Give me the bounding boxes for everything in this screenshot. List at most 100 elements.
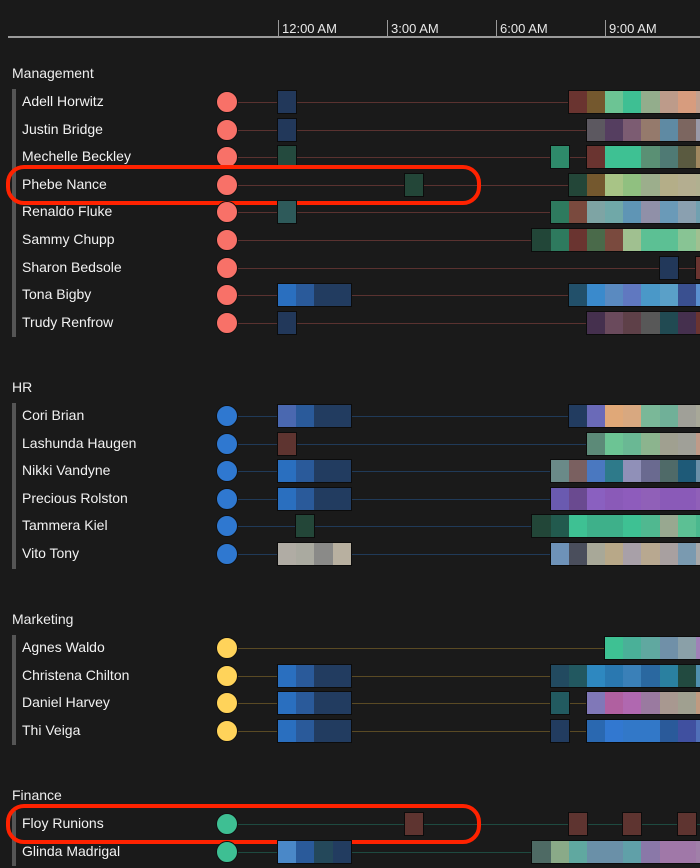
activity-cell[interactable]: [623, 840, 643, 863]
person-name[interactable]: Trudy Renfrow: [22, 314, 113, 330]
activity-cell[interactable]: [296, 460, 316, 483]
person-name[interactable]: Sammy Chupp: [22, 231, 115, 247]
activity-cell[interactable]: [659, 173, 679, 196]
activity-cell[interactable]: [605, 692, 625, 715]
activity-cell[interactable]: [695, 229, 700, 251]
activity-cell[interactable]: [568, 813, 588, 835]
activity-cell[interactable]: [550, 692, 570, 715]
activity-cell[interactable]: [278, 543, 297, 565]
person-name[interactable]: Nikki Vandyne: [22, 462, 110, 478]
activity-cell[interactable]: [568, 487, 588, 510]
activity-cell[interactable]: [605, 487, 625, 510]
activity-cell[interactable]: [332, 719, 352, 742]
activity-cell[interactable]: [605, 664, 625, 687]
activity-cell[interactable]: [568, 664, 588, 687]
activity-cell[interactable]: [641, 405, 661, 427]
activity-cell[interactable]: [641, 719, 661, 742]
activity-cell[interactable]: [605, 201, 625, 224]
activity-cell[interactable]: [659, 91, 679, 113]
person-row[interactable]: Tona Bigby: [0, 282, 700, 308]
activity-cell[interactable]: [296, 840, 316, 863]
activity-cell[interactable]: [677, 229, 697, 251]
activity-cell[interactable]: [605, 515, 625, 538]
activity-cell[interactable]: [405, 813, 425, 835]
activity-cell[interactable]: [605, 311, 625, 334]
activity-cell[interactable]: [641, 515, 661, 538]
activity-cell[interactable]: [586, 515, 606, 538]
activity-cell[interactable]: [695, 664, 700, 687]
activity-cell[interactable]: [586, 118, 606, 141]
activity-cell[interactable]: [695, 201, 700, 224]
person-row[interactable]: Sharon Bedsole: [0, 255, 700, 281]
activity-cell[interactable]: [278, 311, 297, 334]
activity-cell[interactable]: [659, 256, 679, 279]
activity-cell[interactable]: [605, 719, 625, 742]
activity-cell[interactable]: [532, 229, 552, 251]
activity-cell[interactable]: [296, 719, 316, 742]
activity-cell[interactable]: [568, 543, 588, 565]
activity-cell[interactable]: [659, 664, 679, 687]
activity-cell[interactable]: [332, 405, 352, 427]
person-name[interactable]: Cori Brian: [22, 407, 84, 423]
activity-cell[interactable]: [659, 840, 679, 863]
person-row[interactable]: Vito Tony: [0, 541, 700, 567]
activity-cell[interactable]: [296, 405, 316, 427]
activity-cell[interactable]: [550, 146, 570, 169]
activity-cell[interactable]: [550, 229, 570, 251]
activity-cell[interactable]: [623, 311, 643, 334]
activity-cell[interactable]: [278, 201, 297, 224]
activity-cell[interactable]: [659, 405, 679, 427]
activity-cell[interactable]: [641, 229, 661, 251]
activity-cell[interactable]: [623, 91, 643, 113]
activity-cell[interactable]: [641, 91, 661, 113]
activity-cell[interactable]: [695, 515, 700, 538]
activity-cell[interactable]: [659, 637, 679, 659]
activity-cell[interactable]: [296, 515, 316, 538]
activity-cell[interactable]: [677, 692, 697, 715]
activity-cell[interactable]: [550, 460, 570, 483]
activity-cell[interactable]: [278, 719, 297, 742]
person-name[interactable]: Precious Rolston: [22, 490, 128, 506]
activity-cell[interactable]: [695, 487, 700, 510]
group-color-dot[interactable]: [216, 173, 238, 196]
activity-cell[interactable]: [568, 229, 588, 251]
person-name[interactable]: Tammera Kiel: [22, 517, 108, 533]
activity-cell[interactable]: [550, 719, 570, 742]
activity-cell[interactable]: [641, 664, 661, 687]
person-row[interactable]: Lashunda Haugen: [0, 431, 700, 457]
activity-cell[interactable]: [623, 664, 643, 687]
activity-cell[interactable]: [641, 637, 661, 659]
activity-cell[interactable]: [677, 840, 697, 863]
activity-cell[interactable]: [659, 146, 679, 169]
activity-cell[interactable]: [586, 284, 606, 307]
activity-cell[interactable]: [677, 146, 697, 169]
group-color-dot[interactable]: [216, 201, 238, 224]
activity-cell[interactable]: [278, 146, 297, 169]
activity-cell[interactable]: [677, 637, 697, 659]
activity-cell[interactable]: [605, 460, 625, 483]
activity-cell[interactable]: [605, 840, 625, 863]
activity-cell[interactable]: [278, 664, 297, 687]
activity-cell[interactable]: [641, 173, 661, 196]
person-row[interactable]: Thi Veiga: [0, 718, 700, 744]
activity-cell[interactable]: [695, 460, 700, 483]
activity-cell[interactable]: [605, 229, 625, 251]
person-row[interactable]: Justin Bridge: [0, 117, 700, 143]
person-name[interactable]: Justin Bridge: [22, 121, 103, 137]
activity-cell[interactable]: [296, 664, 316, 687]
activity-cell[interactable]: [568, 173, 588, 196]
person-name[interactable]: Adell Horwitz: [22, 93, 104, 109]
activity-cell[interactable]: [586, 692, 606, 715]
activity-cell[interactable]: [659, 719, 679, 742]
group-color-dot[interactable]: [216, 432, 238, 455]
activity-cell[interactable]: [677, 543, 697, 565]
activity-cell[interactable]: [695, 91, 700, 113]
activity-cell[interactable]: [550, 840, 570, 863]
person-row[interactable]: Christena Chilton: [0, 663, 700, 689]
activity-cell[interactable]: [623, 432, 643, 455]
activity-cell[interactable]: [623, 813, 643, 835]
activity-cell[interactable]: [677, 311, 697, 334]
activity-cell[interactable]: [278, 840, 297, 863]
activity-cell[interactable]: [550, 487, 570, 510]
activity-cell[interactable]: [586, 543, 606, 565]
